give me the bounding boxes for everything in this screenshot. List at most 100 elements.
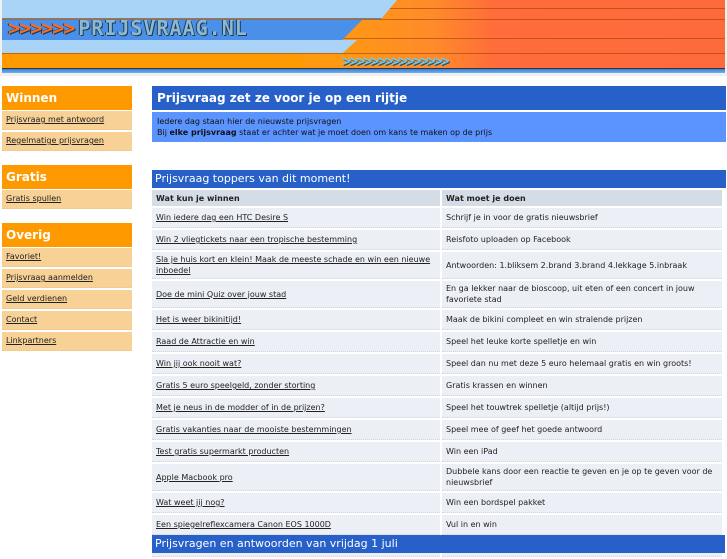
sidebar-heading: Overig: [2, 223, 132, 247]
prize-link[interactable]: Een spiegelreflexcamera Canon EOS 1000D: [156, 520, 331, 529]
daily-section-heading: Prijsvragen en antwoorden van vrijdag 1 …: [152, 535, 725, 553]
prize-cell: Win iedere dag een HTC Desire S: [152, 208, 440, 228]
table-row: Het is weer bikinitijd! Maak de bikini co…: [152, 310, 722, 330]
column-header-win: Wat kun je winnen: [152, 190, 440, 206]
prize-link[interactable]: Test gratis supermarkt producten: [156, 447, 289, 456]
sidebar-item[interactable]: Geld verdienen: [2, 290, 132, 309]
intro-heading: Prijsvraag zet ze voor je op een rijtje: [152, 86, 726, 110]
banner-footer-bar: [2, 68, 725, 73]
action-cell: Win een iPad: [442, 442, 722, 462]
action-cell: Maak de bikini compleet en win stralende…: [442, 310, 722, 330]
sidebar-item[interactable]: Prijsvraag aanmelden: [2, 269, 132, 288]
table-row: Win 2 vliegtickets naar een tropische be…: [152, 230, 722, 250]
sidebar-item[interactable]: Favoriet!: [2, 248, 132, 267]
sidebar-link-prijsvraag-aanmelden[interactable]: Prijsvraag aanmelden: [6, 273, 93, 282]
prize-cell: Met je neus in de modder of in de prijze…: [152, 398, 440, 418]
prize-cell: Doe de mini Quiz over jouw stad: [152, 281, 440, 308]
prize-link[interactable]: Wat weet jij nog?: [156, 498, 225, 507]
prize-cell: Apple Macbook pro: [152, 464, 440, 491]
sidebar-block-gratis: Gratis Gratis spullen: [2, 165, 132, 209]
logo-arrows-icon: >>>>>>: [8, 16, 75, 40]
prize-link[interactable]: Apple Macbook pro: [156, 473, 233, 482]
table-row: Raad de Attractie en win Speel het leuke …: [152, 332, 722, 352]
sidebar-heading: Gratis: [2, 165, 132, 189]
sidebar-item[interactable]: Prijsvraag met antwoord: [2, 111, 132, 130]
intro-line-2-bold: elke prijsvraag: [169, 128, 237, 137]
sidebar-link-linkpartners[interactable]: Linkpartners: [6, 336, 56, 345]
sidebar-link-regelmatige-prijsvragen[interactable]: Regelmatige prijsvragen: [6, 136, 104, 145]
sidebar-item[interactable]: Contact: [2, 311, 132, 330]
action-cell: Speel het touwtrek spelletje (altijd pri…: [442, 398, 722, 418]
prize-cell: Wat weet jij nog?: [152, 493, 440, 513]
prize-link[interactable]: Win jij ook nooit wat?: [156, 359, 241, 368]
prize-link[interactable]: Het is weer bikinitijd!: [156, 315, 241, 324]
table-row: Gratis 5 euro speelgeld, zonder storting…: [152, 376, 722, 396]
prize-link[interactable]: Win 2 vliegtickets naar een tropische be…: [156, 235, 357, 244]
prize-cell: Het is weer bikinitijd!: [152, 310, 440, 330]
site-header: >>>>>> PRIJSVRAAG.NL >>>>>>>>>>>>>>>: [0, 0, 727, 76]
logo-text: PRIJSVRAAG.NL: [78, 16, 248, 40]
table-row: Test gratis supermarkt producten Win een …: [152, 442, 722, 462]
intro-line-2-prefix: Bij: [157, 128, 170, 137]
prize-link[interactable]: Sla je huis kort en klein! Maak de meest…: [156, 255, 430, 275]
prize-cell: Win jij ook nooit wat?: [152, 354, 440, 374]
main-content: Prijsvraag zet ze voor je op een rijtje …: [152, 86, 726, 559]
prize-link[interactable]: Gratis 5 euro speelgeld, zonder storting: [156, 381, 315, 390]
table-row: Met je neus in de modder of in de prijze…: [152, 398, 722, 418]
table-row: Sla je huis kort en klein! Maak de meest…: [152, 252, 722, 279]
action-cell: Schrijf je in voor de gratis nieuwsbrief: [442, 208, 722, 228]
table-row: Gratis vakanties naar de mooiste bestemm…: [152, 420, 722, 440]
prize-cell: Sla je huis kort en klein! Maak de meest…: [152, 252, 440, 279]
prize-link[interactable]: Raad de Attractie en win: [156, 337, 255, 346]
banner-band: [2, 55, 302, 69]
prize-cell: Gratis 5 euro speelgeld, zonder storting: [152, 376, 440, 396]
table-row: Apple Macbook pro Dubbele kans door een r…: [152, 464, 722, 491]
sidebar-item[interactable]: Linkpartners: [2, 332, 132, 351]
sidebar-link-favoriet[interactable]: Favoriet!: [6, 252, 41, 261]
prize-link[interactable]: Win iedere dag een HTC Desire S: [156, 213, 288, 222]
table-header-row: Wat kun je winnen Wat moet je doen: [152, 190, 722, 206]
action-cell: Gratis krassen en winnen: [442, 376, 722, 396]
sidebar-link-gratis-spullen[interactable]: Gratis spullen: [6, 194, 61, 203]
action-cell: Speel dan nu met deze 5 euro helemaal gr…: [442, 354, 722, 374]
action-cell: Speel mee of geef het goede antwoord: [442, 420, 722, 440]
prize-link[interactable]: Doe de mini Quiz over jouw stad: [156, 290, 286, 299]
table-row: Doe de mini Quiz over jouw stad En ga lek…: [152, 281, 722, 308]
toppers-table: Wat kun je winnen Wat moet je doen Win i…: [150, 188, 724, 559]
table-row: Win jij ook nooit wat? Speel dan nu met d…: [152, 354, 722, 374]
intro-text: Iedere dag staan hier de nieuwste prijsv…: [152, 112, 726, 142]
action-cell: Vul in en win: [442, 515, 722, 535]
sidebar: Winnen Prijsvraag met antwoord Regelmati…: [2, 86, 132, 365]
sidebar-heading: Winnen: [2, 86, 132, 110]
intro-line-1: Iedere dag staan hier de nieuwste prijsv…: [157, 117, 342, 126]
header-banner[interactable]: >>>>>> PRIJSVRAAG.NL >>>>>>>>>>>>>>>: [2, 0, 725, 73]
sidebar-item[interactable]: Regelmatige prijsvragen: [2, 132, 132, 151]
column-header-do: Wat moet je doen: [442, 190, 722, 206]
sidebar-link-contact[interactable]: Contact: [6, 315, 37, 324]
sidebar-link-geld-verdienen[interactable]: Geld verdienen: [6, 294, 67, 303]
toppers-heading: Prijsvraag toppers van dit moment!: [152, 170, 726, 188]
table-row: Wat weet jij nog? Win een bordspel pakket: [152, 493, 722, 513]
sidebar-block-winnen: Winnen Prijsvraag met antwoord Regelmati…: [2, 86, 132, 151]
site-logo[interactable]: >>>>>> PRIJSVRAAG.NL: [8, 16, 248, 40]
sidebar-link-prijsvraag-met-antwoord[interactable]: Prijsvraag met antwoord: [6, 115, 104, 124]
prize-cell: Gratis vakanties naar de mooiste bestemm…: [152, 420, 440, 440]
prize-cell: Test gratis supermarkt producten: [152, 442, 440, 462]
sidebar-item[interactable]: Gratis spullen: [2, 190, 132, 209]
action-cell: Antwoorden: 1.bliksem 2.brand 3.brand 4.…: [442, 252, 722, 279]
banner-band: [2, 40, 357, 53]
prize-cell: Raad de Attractie en win: [152, 332, 440, 352]
toppers-section: Prijsvraag toppers van dit moment! Wat k…: [152, 170, 726, 559]
action-cell: En ga lekker naar de bioscoop, uit eten …: [442, 281, 722, 308]
table-row: Win iedere dag een HTC Desire S Schrijf j…: [152, 208, 722, 228]
prize-cell: Een spiegelreflexcamera Canon EOS 1000D: [152, 515, 440, 535]
prize-link[interactable]: Met je neus in de modder of in de prijze…: [156, 403, 325, 412]
action-cell: Dubbele kans door een reactie te geven e…: [442, 464, 722, 491]
prize-link[interactable]: Gratis vakanties naar de mooiste bestemm…: [156, 425, 352, 434]
sidebar-block-overig: Overig Favoriet! Prijsvraag aanmelden Ge…: [2, 223, 132, 351]
table-row: Een spiegelreflexcamera Canon EOS 1000D V…: [152, 515, 722, 535]
action-cell: Win een bordspel pakket: [442, 493, 722, 513]
action-cell: Reisfoto uploaden op Facebook: [442, 230, 722, 250]
action-cell: Speel het leuke korte spelletje en win: [442, 332, 722, 352]
toppers-table-body: Win iedere dag een HTC Desire S Schrijf j…: [152, 208, 722, 557]
